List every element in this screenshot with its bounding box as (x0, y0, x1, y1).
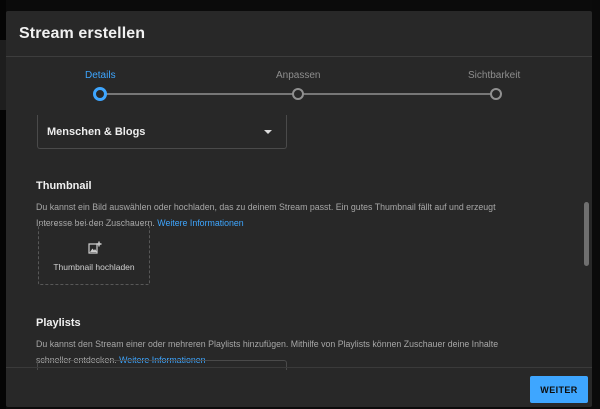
scrollbar-thumb[interactable] (584, 202, 589, 266)
step-dot-details[interactable] (93, 87, 107, 101)
thumbnail-heading: Thumbnail (36, 180, 92, 192)
thumbnail-upload-label: Thumbnail hochladen (53, 262, 135, 272)
thumbnail-more-info-link[interactable]: Weitere Informationen (157, 218, 243, 228)
step-dot-customize[interactable] (292, 88, 304, 100)
category-select[interactable]: Menschen & Blogs (37, 115, 287, 149)
thumbnail-description-line1: Du kannst ein Bild auswählen oder hochla… (36, 202, 496, 212)
playlists-description-line1: Du kannst den Stream einer oder mehreren… (36, 339, 499, 349)
thumbnail-upload-button[interactable]: Thumbnail hochladen (38, 224, 150, 285)
dialog-footer: WEITER (6, 367, 592, 407)
playlists-heading: Playlists (36, 317, 81, 329)
step-dot-visibility[interactable] (490, 88, 502, 100)
dropdown-arrow-icon (264, 130, 272, 134)
step-label-details[interactable]: Details (85, 70, 116, 81)
stepper: Details Anpassen Sichtbarkeit (6, 58, 592, 108)
step-label-visibility[interactable]: Sichtbarkeit (468, 70, 520, 81)
next-button[interactable]: WEITER (530, 376, 588, 403)
add-photo-icon (88, 241, 102, 254)
step-label-customize[interactable]: Anpassen (276, 70, 320, 81)
backdrop-right (592, 0, 600, 409)
dialog-content: Menschen & Blogs Thumbnail Du kannst ein… (6, 108, 592, 370)
dialog-header: Stream erstellen (6, 11, 592, 57)
category-select-value: Menschen & Blogs (47, 125, 146, 138)
create-stream-dialog: Stream erstellen Details Anpassen Sichtb… (6, 11, 592, 407)
dialog-title: Stream erstellen (19, 24, 146, 42)
scrollbar-track[interactable] (582, 108, 590, 370)
